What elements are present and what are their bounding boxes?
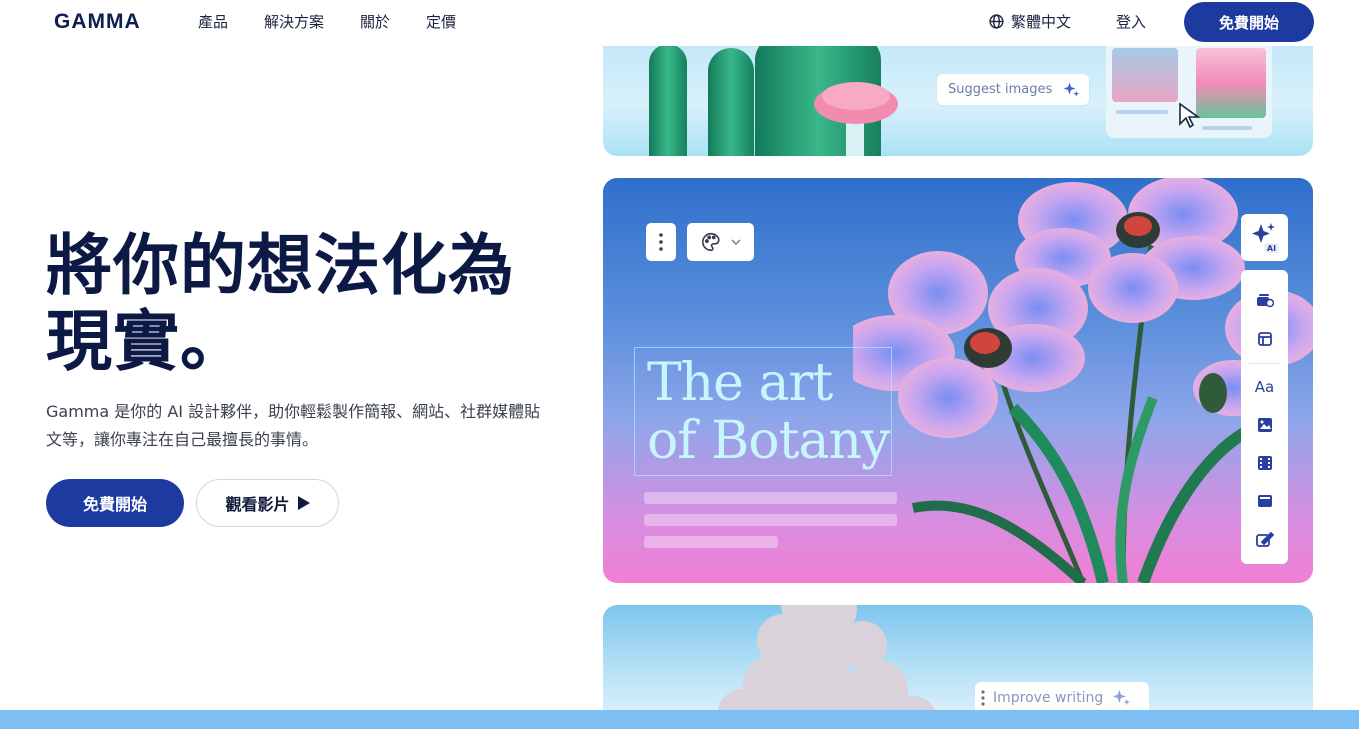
hero-headline-line1: 將你的想法化為 <box>46 227 515 304</box>
thumbnail-caption-line <box>1116 110 1168 114</box>
ai-assist-button[interactable]: AI <box>1241 214 1288 261</box>
play-icon <box>297 496 310 510</box>
slide-title[interactable]: The art of Botany <box>647 353 890 471</box>
panel-divider <box>1249 363 1280 364</box>
thumbnail-caption-line <box>1202 126 1252 130</box>
language-label: 繁體中文 <box>1011 13 1072 31</box>
text-placeholder-line <box>644 514 897 526</box>
nav-links: 產品 解決方案 關於 定價 <box>198 11 456 32</box>
nav-link-products[interactable]: 產品 <box>198 11 228 32</box>
nav-start-free-button[interactable]: 免費開始 <box>1184 2 1314 42</box>
embed-icon[interactable] <box>1241 487 1288 515</box>
slide-title-line2: of Botany <box>647 411 890 471</box>
cards-icon[interactable] <box>1241 286 1288 314</box>
video-icon[interactable] <box>1241 449 1288 477</box>
suggest-images-label: Suggest images <box>948 82 1053 97</box>
ai-badge-label: AI <box>1266 244 1275 253</box>
text-icon[interactable]: Aa <box>1241 373 1288 401</box>
hero-subtext: Gamma 是你的 AI 設計夥伴，助你輕鬆製作簡報、網站、社群媒體貼文等，讓你… <box>46 402 541 449</box>
login-link[interactable]: 登入 <box>1116 11 1146 32</box>
more-vertical-icon <box>981 690 985 706</box>
preview-card-botany: The art of Botany AI Aa <box>603 178 1313 583</box>
improve-writing-label: Improve writing <box>993 690 1104 706</box>
cactus-illustration <box>649 44 687 156</box>
image-thumbnail[interactable] <box>1196 48 1266 118</box>
nav-link-about[interactable]: 關於 <box>360 11 390 32</box>
hero-headline-line2: 現實。 <box>46 303 247 380</box>
cursor-icon <box>1179 102 1201 128</box>
more-vertical-icon <box>659 233 663 251</box>
language-selector[interactable]: 繁體中文 <box>988 11 1071 32</box>
chevron-down-icon <box>730 239 741 246</box>
nav-link-solutions[interactable]: 解決方案 <box>264 11 324 32</box>
suggest-images-chip[interactable]: Suggest images <box>937 74 1089 105</box>
insert-block-panel: Aa <box>1241 270 1288 564</box>
image-icon[interactable] <box>1241 411 1288 439</box>
form-icon[interactable] <box>1241 526 1288 554</box>
image-thumbnail[interactable] <box>1112 48 1178 102</box>
nav-link-pricing[interactable]: 定價 <box>426 11 456 32</box>
slide-title-line1: The art <box>647 353 833 413</box>
hero-start-free-button[interactable]: 免費開始 <box>46 479 184 527</box>
sparkle-icon <box>1063 82 1080 97</box>
text-placeholder-line <box>644 492 897 504</box>
sparkle-icon <box>1113 689 1131 706</box>
watch-video-button[interactable]: 觀看影片 <box>196 479 339 527</box>
block-menu-button[interactable] <box>646 223 676 261</box>
text-placeholder-line <box>644 536 778 548</box>
gamma-logo[interactable]: GAMMA <box>54 10 141 34</box>
bottom-banner-strip <box>0 710 1359 729</box>
theme-picker-button[interactable] <box>687 223 754 261</box>
hero-headline: 將你的想法化為 現實。 <box>46 228 566 380</box>
mushroom-illustration <box>814 82 898 156</box>
image-suggestion-panel <box>1106 42 1272 138</box>
top-nav: GAMMA 產品 解決方案 關於 定價 繁體中文 登入 免費開始 <box>0 0 1359 46</box>
watch-video-label: 觀看影片 <box>225 495 290 514</box>
layout-icon[interactable] <box>1241 325 1288 353</box>
cactus-illustration <box>708 48 754 156</box>
ai-sparkle-icon: AI <box>1251 222 1279 253</box>
globe-icon <box>989 14 1004 29</box>
palette-icon <box>701 232 720 252</box>
preview-card-top: Suggest images <box>603 30 1313 156</box>
